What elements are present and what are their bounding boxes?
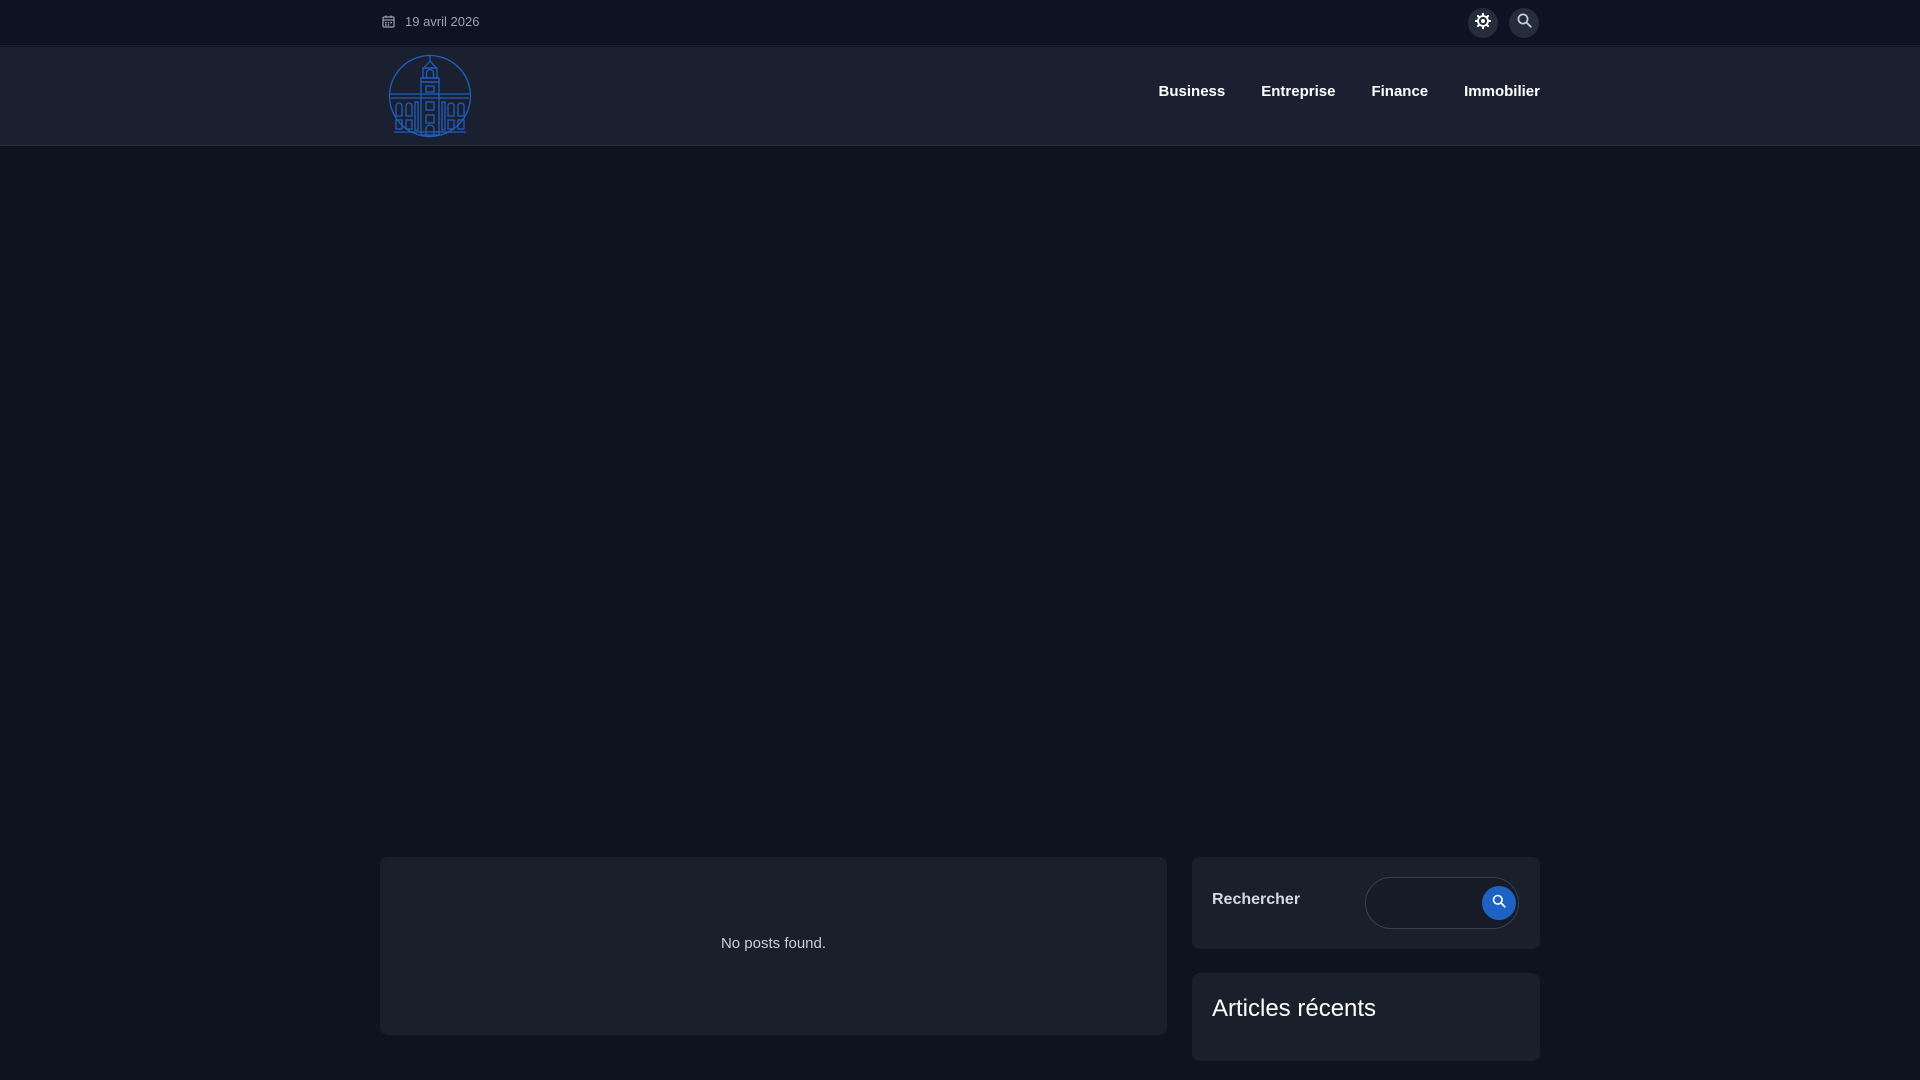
site-logo[interactable] xyxy=(388,54,472,138)
search-icon xyxy=(1517,13,1532,33)
nav-item-immobilier[interactable]: Immobilier xyxy=(1464,83,1540,100)
search-icon xyxy=(1492,894,1506,913)
main-nav: Business Entreprise Finance Immobilier xyxy=(1159,83,1540,100)
nav-item-business[interactable]: Business xyxy=(1159,83,1226,100)
header-search-button[interactable] xyxy=(1509,8,1539,38)
no-posts-message: No posts found. xyxy=(720,935,827,952)
building-logo-icon xyxy=(388,54,472,138)
search-submit-button[interactable] xyxy=(1482,886,1516,920)
recent-articles-title: Articles récents xyxy=(1212,995,1377,1022)
search-input[interactable] xyxy=(1380,890,1470,916)
calendar-icon xyxy=(382,15,395,28)
recent-articles-widget: Articles récents xyxy=(1192,973,1540,1061)
posts-container: No posts found. xyxy=(380,857,1167,1035)
date-display: 19 avril 2026 xyxy=(382,14,479,29)
nav-item-entreprise[interactable]: Entreprise xyxy=(1261,83,1335,100)
nav-item-finance[interactable]: Finance xyxy=(1371,83,1428,100)
search-widget: Rechercher xyxy=(1192,857,1540,949)
gear-icon xyxy=(1474,12,1492,34)
date-text: 19 avril 2026 xyxy=(405,14,480,29)
search-field xyxy=(1365,877,1519,929)
search-widget-label: Rechercher xyxy=(1212,891,1301,908)
site-header: Business Entreprise Finance Immobilier xyxy=(0,47,1920,146)
theme-toggle-button[interactable] xyxy=(1468,8,1498,38)
top-bar: 19 avril 2026 xyxy=(0,0,1920,46)
